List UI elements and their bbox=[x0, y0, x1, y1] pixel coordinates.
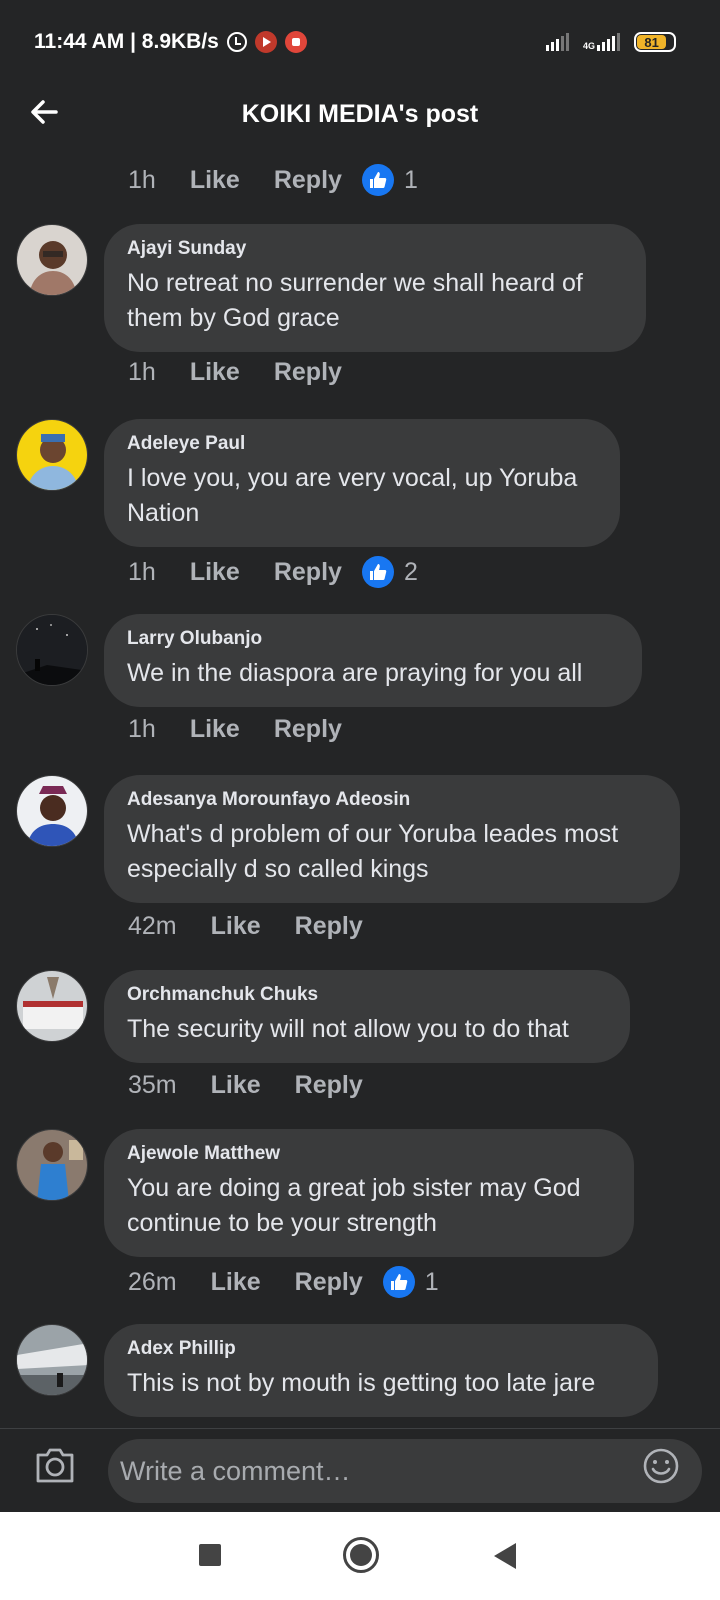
comment-bubble[interactable]: Adex Phillip This is not by mouth is get… bbox=[104, 1324, 658, 1417]
comment-author[interactable]: Adex Phillip bbox=[127, 1338, 634, 1360]
reply-button[interactable]: Reply bbox=[274, 358, 342, 387]
comment-text: This is not by mouth is getting too late… bbox=[127, 1369, 596, 1397]
comment-bubble[interactable]: Ajayi Sunday No retreat no surrender we … bbox=[104, 224, 646, 352]
network-label: 4G bbox=[582, 41, 595, 51]
like-button[interactable]: Like bbox=[211, 912, 261, 941]
comment-time: 1h bbox=[128, 165, 156, 194]
comment-input[interactable] bbox=[108, 1439, 702, 1503]
reply-button[interactable]: Reply bbox=[295, 912, 363, 941]
app-notification-icon bbox=[284, 31, 307, 53]
battery-level: 81 bbox=[637, 35, 667, 50]
comment-actions: 1h Like Reply bbox=[128, 715, 362, 744]
comment-bubble[interactable]: Adeleye Paul I love you, you are very vo… bbox=[104, 419, 620, 547]
comment-time: 26m bbox=[128, 1267, 177, 1296]
avatar[interactable] bbox=[16, 419, 88, 491]
reply-button[interactable]: Reply bbox=[295, 1268, 363, 1297]
like-button[interactable]: Like bbox=[211, 1071, 261, 1100]
network-signal: 4G bbox=[583, 33, 620, 51]
comment-actions: 35m Like Reply bbox=[128, 1071, 383, 1100]
avatar[interactable] bbox=[16, 970, 88, 1042]
comment-author[interactable]: Ajewole Matthew bbox=[127, 1143, 610, 1165]
header: KOIKI MEDIA's post bbox=[0, 84, 720, 144]
comment-actions: 1h Like Reply bbox=[128, 358, 362, 387]
arrow-left-icon[interactable] bbox=[28, 96, 60, 128]
comment-bubble[interactable]: Orchmanchuk Chuks The security will not … bbox=[104, 970, 630, 1063]
comment-author[interactable]: Adesanya Morounfayo Adeosin bbox=[127, 789, 656, 811]
comment-text: We in the diaspora are praying for you a… bbox=[127, 659, 583, 687]
thumbs-up-icon bbox=[361, 556, 394, 588]
comment-actions: 42m Like Reply bbox=[128, 912, 383, 941]
reply-button[interactable]: Reply bbox=[274, 715, 342, 744]
reaction-count: 1 bbox=[424, 1267, 439, 1296]
comment-text: What's d problem of our Yoruba leades mo… bbox=[127, 820, 619, 883]
comment-time: 35m bbox=[128, 1071, 177, 1099]
avatar[interactable] bbox=[16, 614, 88, 686]
comment-actions-previous: 1h Like Reply 1 bbox=[128, 164, 418, 196]
comment-actions: 1h Like Reply 2 bbox=[128, 556, 418, 588]
like-button[interactable]: Like bbox=[211, 1268, 261, 1297]
system-nav-bar bbox=[0, 1512, 720, 1600]
camera-icon[interactable] bbox=[34, 1445, 76, 1485]
signal-icon bbox=[545, 33, 569, 51]
comment-bubble[interactable]: Larry Olubanjo We in the diaspora are pr… bbox=[104, 614, 642, 707]
comment-text: No retreat no surrender we shall heard o… bbox=[127, 269, 583, 332]
thumbs-up-icon bbox=[382, 1266, 415, 1298]
comment-bubble[interactable]: Adesanya Morounfayo Adeosin What's d pro… bbox=[104, 775, 680, 903]
comment-time: 1h bbox=[128, 557, 156, 586]
page-title: KOIKI MEDIA's post bbox=[241, 99, 479, 128]
comment-author[interactable]: Orchmanchuk Chuks bbox=[127, 984, 606, 1006]
recent-apps-icon[interactable] bbox=[199, 1544, 221, 1566]
like-button[interactable]: Like bbox=[190, 558, 240, 587]
reactions[interactable]: 1 bbox=[361, 164, 418, 196]
comment-text: I love you, you are very vocal, up Yorub… bbox=[127, 464, 578, 527]
reply-button[interactable]: Reply bbox=[274, 166, 342, 195]
status-left: 11:44 AM | 8.9KB/s bbox=[34, 30, 307, 54]
battery-icon: 81 bbox=[634, 32, 676, 52]
comment-text: The security will not allow you to do th… bbox=[127, 1015, 569, 1043]
avatar[interactable] bbox=[16, 224, 88, 296]
avatar[interactable] bbox=[16, 1129, 88, 1201]
reply-button[interactable]: Reply bbox=[295, 1071, 363, 1100]
comment-author[interactable]: Larry Olubanjo bbox=[127, 628, 618, 650]
comment-author[interactable]: Adeleye Paul bbox=[127, 433, 596, 455]
status-time: 11:44 AM | 8.9KB/s bbox=[34, 30, 219, 53]
reaction-count: 2 bbox=[403, 557, 418, 586]
home-icon[interactable] bbox=[343, 1537, 379, 1573]
signal-4g-icon bbox=[597, 33, 620, 51]
reply-button[interactable]: Reply bbox=[274, 558, 342, 587]
comment-text: You are doing a great job sister may God… bbox=[127, 1174, 581, 1237]
comment-author[interactable]: Ajayi Sunday bbox=[127, 238, 622, 260]
like-button[interactable]: Like bbox=[190, 358, 240, 387]
avatar[interactable] bbox=[16, 775, 88, 847]
comment-composer bbox=[0, 1428, 720, 1512]
avatar[interactable] bbox=[16, 1324, 88, 1396]
comment-bubble[interactable]: Ajewole Matthew You are doing a great jo… bbox=[104, 1129, 634, 1257]
status-right: 4G 81 bbox=[545, 32, 676, 52]
like-button[interactable]: Like bbox=[190, 715, 240, 744]
alarm-icon bbox=[226, 32, 247, 52]
comment-time: 1h bbox=[128, 715, 156, 743]
status-bar: 11:44 AM | 8.9KB/s 4G 81 bbox=[0, 0, 720, 84]
comment-time: 42m bbox=[128, 912, 177, 940]
reactions[interactable]: 1 bbox=[382, 1266, 439, 1298]
comment-actions: 26m Like Reply 1 bbox=[128, 1266, 439, 1298]
back-triangle-icon[interactable] bbox=[494, 1543, 516, 1569]
youtube-notification-icon bbox=[254, 31, 277, 53]
comment-time: 1h bbox=[128, 358, 156, 386]
thumbs-up-icon bbox=[361, 164, 394, 196]
reactions[interactable]: 2 bbox=[361, 556, 418, 588]
reaction-count: 1 bbox=[403, 165, 418, 194]
smiley-icon[interactable] bbox=[642, 1447, 680, 1485]
like-button[interactable]: Like bbox=[190, 166, 240, 195]
